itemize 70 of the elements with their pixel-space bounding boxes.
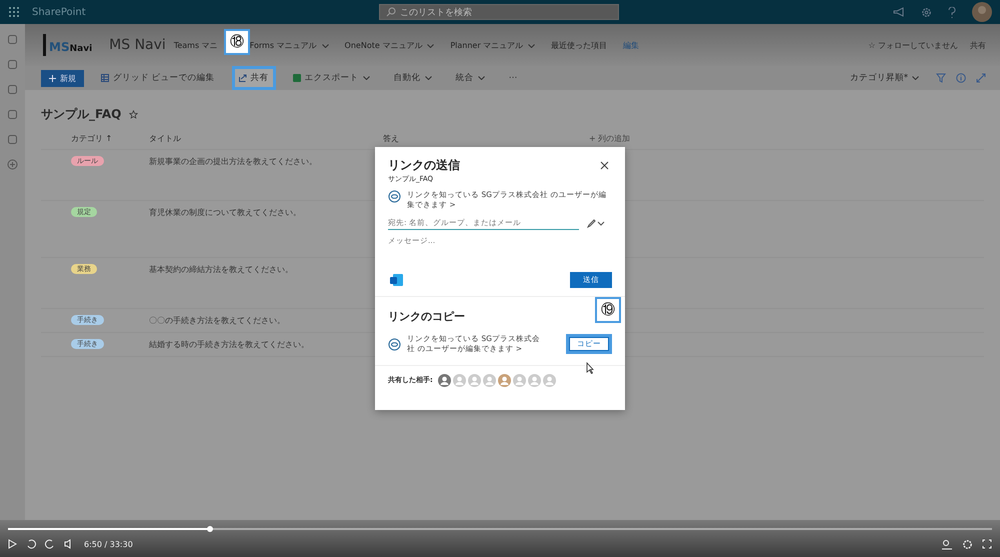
- mouse-cursor-icon: [586, 362, 594, 374]
- person-avatar-icon: [482, 374, 496, 386]
- title-cell-text: 〇〇の手続き方法を教えてください。: [149, 315, 286, 326]
- play-icon[interactable]: [8, 539, 17, 549]
- app-name[interactable]: SharePoint: [32, 6, 367, 18]
- fullscreen-icon[interactable]: [982, 539, 992, 549]
- person-avatar-icon: [512, 374, 526, 386]
- search-input[interactable]: このリストを検索: [400, 7, 600, 17]
- link-settings-icon: [388, 338, 401, 351]
- grid-icon: [101, 74, 109, 82]
- megaphone-icon[interactable]: [893, 7, 905, 17]
- app-launcher-icon[interactable]: [8, 6, 20, 18]
- step-callout: ⑲: [595, 297, 621, 323]
- chevron-down-icon: [912, 76, 919, 80]
- person-avatar-icon: [452, 374, 466, 386]
- link-avatar-icon: [438, 374, 451, 386]
- chevron-down-icon: [478, 76, 485, 80]
- outlook-icon[interactable]: [390, 274, 403, 286]
- chevron-down-icon: [427, 44, 434, 48]
- section-title: リンクのコピー: [387, 310, 465, 324]
- person-avatar-icon: [528, 374, 541, 386]
- site-name[interactable]: MS Navi: [109, 37, 166, 53]
- view-selector[interactable]: カテゴリ昇順*: [842, 66, 926, 90]
- search-field[interactable]: このリストを検索: [379, 4, 619, 20]
- more-button[interactable]: ⋯: [502, 67, 524, 89]
- grid-edit-button[interactable]: グリッド ビューでの編集: [94, 66, 222, 90]
- person-avatar-icon: [542, 374, 556, 386]
- follow-button[interactable]: ☆ フォローしていません: [868, 40, 958, 50]
- step-callout: ⑱: [224, 29, 250, 55]
- add-column-button[interactable]: + 列の追加: [589, 133, 630, 144]
- column-header[interactable]: カテゴリ ↑: [71, 134, 112, 143]
- spreadsheet-icon: [292, 74, 301, 82]
- share-button[interactable]: 共有: [970, 40, 986, 50]
- edit-link[interactable]: 編集: [623, 40, 640, 50]
- automate-button[interactable]: 自動化: [386, 66, 439, 90]
- chevron-down-icon: [424, 76, 432, 80]
- integrate-button[interactable]: 統合: [448, 66, 492, 90]
- playback-time: 6:50 / 33:30: [84, 540, 133, 548]
- title-cell-text: 基本契約の締結方法を教えてください。: [149, 264, 294, 275]
- title-cell-text: 新規事業の企画の提出方法を教えてください。: [149, 156, 318, 167]
- edit-permission-icon[interactable]: [587, 218, 605, 228]
- link-settings-icon: [388, 190, 401, 203]
- share-button[interactable]: 共有: [232, 66, 276, 90]
- new-button[interactable]: 新規: [41, 70, 84, 86]
- site-logo[interactable]: MSNavi: [43, 34, 96, 56]
- nav-link[interactable]: 最近使った項目: [551, 40, 608, 50]
- nav-link[interactable]: OneNote マニュアル: [344, 40, 434, 50]
- list-title: サンプル_FAQ: [41, 106, 122, 123]
- person-avatar-icon: [498, 374, 511, 386]
- dialog-title: リンクの送信: [388, 157, 460, 174]
- settings-icon[interactable]: [921, 6, 932, 18]
- search-icon: [386, 7, 396, 17]
- chevron-down-icon: [362, 76, 370, 80]
- star-icon[interactable]: [129, 110, 138, 119]
- help-icon[interactable]: [948, 6, 956, 18]
- chevron-down-icon: [528, 44, 536, 48]
- nav-link[interactable]: Forms マニュアル: [250, 40, 329, 50]
- avatar-icon[interactable]: [972, 2, 992, 22]
- nav-link[interactable]: Planner マニュアル: [450, 40, 536, 50]
- close-icon[interactable]: [600, 161, 609, 170]
- chevron-down-icon: [322, 44, 329, 48]
- plus-icon: [49, 74, 56, 82]
- title-cell-text: 育児休業の制度について教えてください。: [149, 207, 302, 218]
- column-header[interactable]: 答え: [383, 134, 399, 143]
- share-icon: [238, 74, 247, 82]
- column-header[interactable]: タイトル: [149, 134, 181, 143]
- export-button[interactable]: エクスポート: [286, 66, 377, 90]
- person-avatar-icon: [468, 374, 481, 386]
- nav-link[interactable]: Teams マニ: [174, 40, 218, 50]
- title-cell-text: 結婚する時の手続き方法を教えてください。: [149, 339, 310, 350]
